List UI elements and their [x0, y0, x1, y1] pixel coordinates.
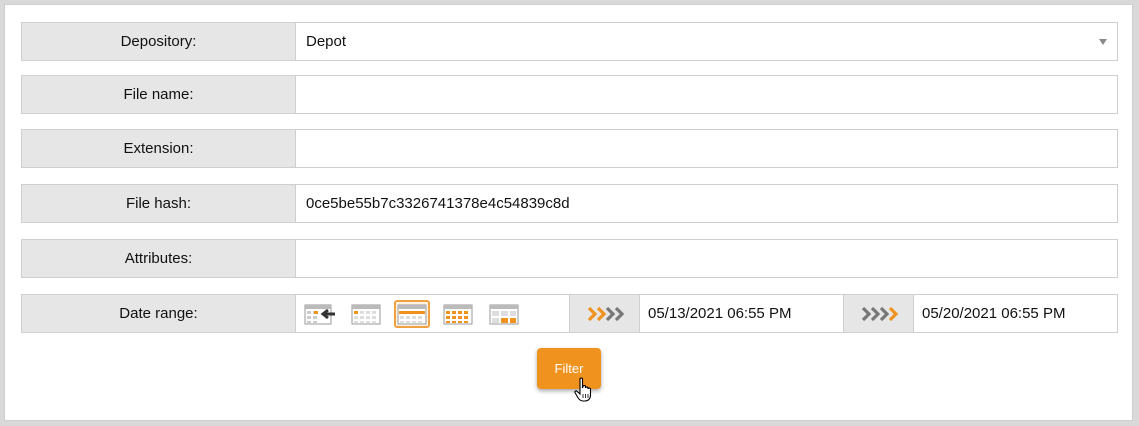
to-date-arrow [844, 295, 914, 332]
week-calendar-icon[interactable] [394, 299, 430, 328]
depository-label: Depository: [22, 23, 296, 60]
file-name-row: File name: [21, 75, 1118, 114]
attributes-row: Attributes: [21, 239, 1118, 278]
depository-select[interactable]: Depot [296, 23, 1117, 60]
depository-row: Depository: Depot [21, 22, 1118, 61]
file-name-label: File name: [22, 76, 296, 113]
from-date-value: 05/13/2021 06:55 PM [648, 305, 792, 322]
day-calendar-icon[interactable] [348, 300, 384, 328]
attributes-label: Attributes: [22, 240, 296, 277]
file-hash-label: File hash: [22, 185, 296, 222]
triple-chevron-right-icon [587, 306, 624, 321]
file-hash-row: File hash: 0ce5be55b7c3326741378e4c54839… [21, 184, 1118, 223]
hand-cursor-icon [574, 377, 592, 402]
to-date-value: 05/20/2021 06:55 PM [922, 305, 1066, 322]
previous-period-calendar-icon[interactable] [302, 300, 338, 328]
chevron-down-icon[interactable] [1099, 39, 1107, 45]
date-range-row: Date range: 05/13/2021 06:55 PM 05/20/20… [21, 294, 1118, 333]
file-hash-value: 0ce5be55b7c3326741378e4c54839c8d [306, 195, 570, 212]
from-date-field[interactable]: 05/13/2021 06:55 PM [640, 295, 844, 332]
date-range-label: Date range: [22, 295, 296, 332]
extension-field[interactable] [296, 130, 1117, 167]
filter-panel: Depository: Depot File name: Extension: … [4, 4, 1133, 421]
custom-calendar-icon[interactable] [486, 300, 522, 328]
from-date-arrow [570, 295, 640, 332]
date-preset-group [296, 295, 570, 332]
extension-row: Extension: [21, 129, 1118, 168]
file-name-field[interactable] [296, 76, 1117, 113]
file-hash-field[interactable]: 0ce5be55b7c3326741378e4c54839c8d [296, 185, 1117, 222]
triple-chevron-right-icon [861, 306, 898, 321]
extension-label: Extension: [22, 130, 296, 167]
attributes-field[interactable] [296, 240, 1117, 277]
month-calendar-icon[interactable] [440, 300, 476, 328]
to-date-field[interactable]: 05/20/2021 06:55 PM [914, 295, 1117, 332]
depository-value: Depot [306, 33, 347, 50]
